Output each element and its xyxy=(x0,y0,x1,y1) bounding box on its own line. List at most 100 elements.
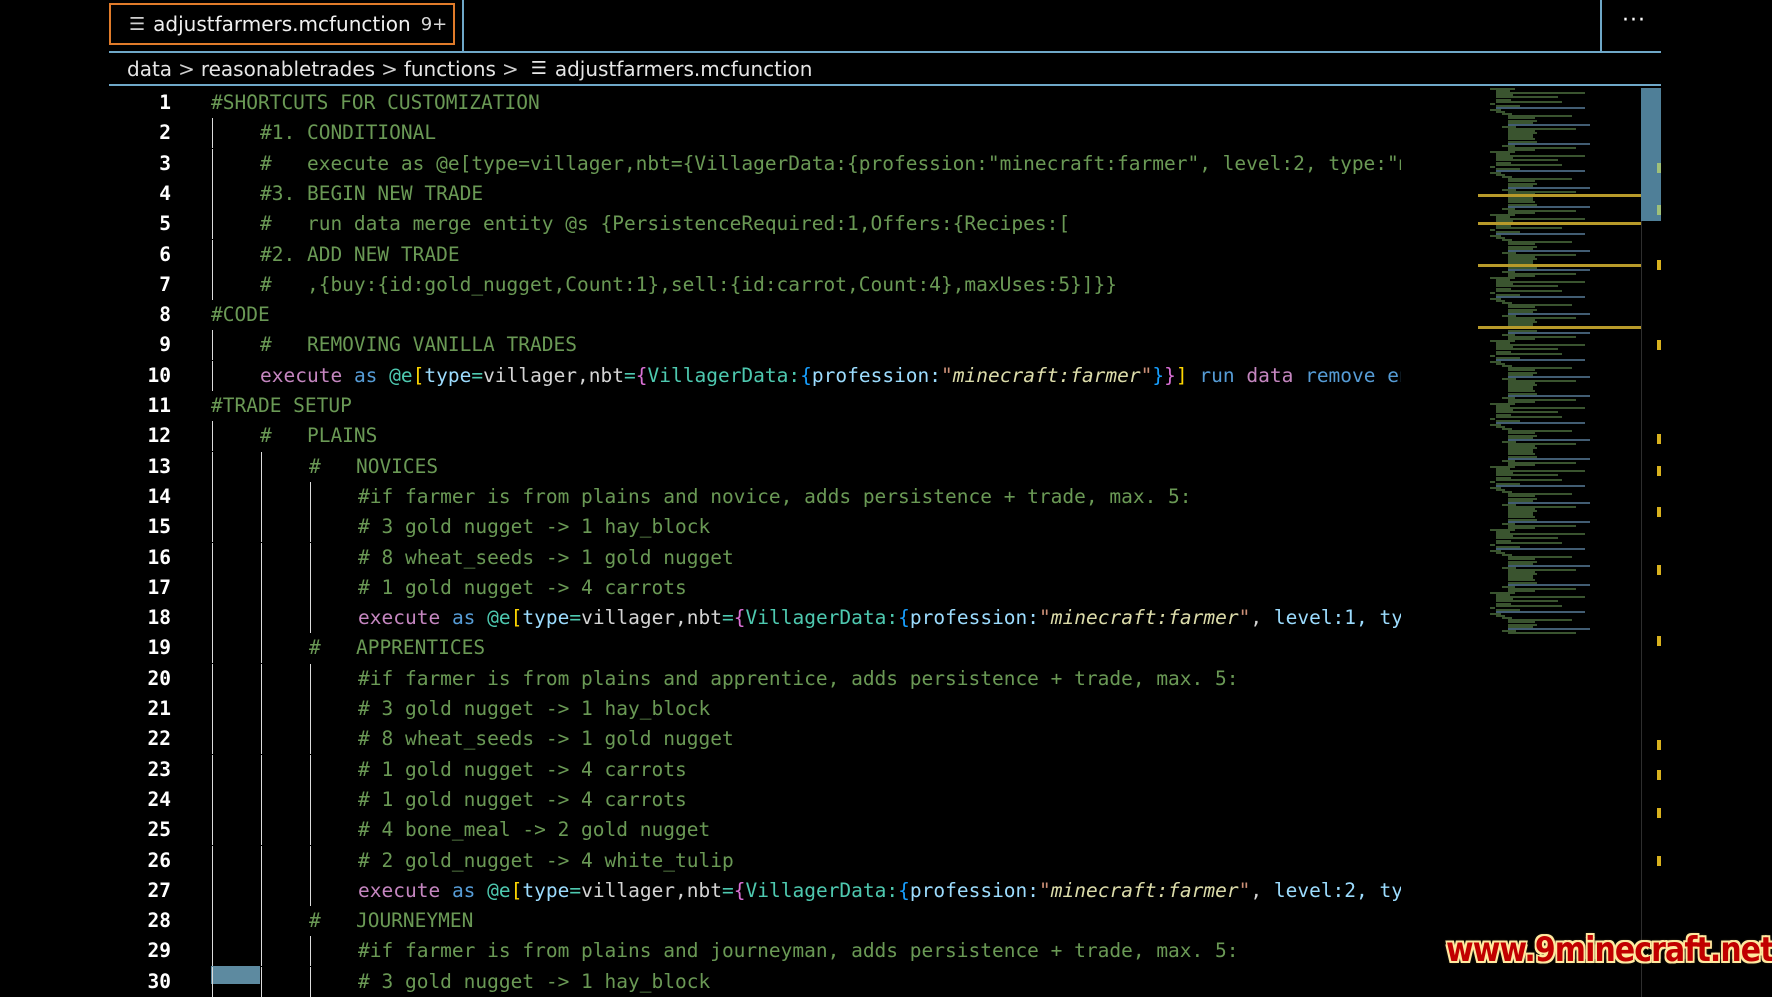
code-line[interactable]: 12 # PLAINS xyxy=(109,421,1474,452)
code-line[interactable]: 27 execute as @e[type=villager,nbt={Villa… xyxy=(109,875,1474,906)
code-token: , xyxy=(1250,606,1274,630)
line-content: # 1 gold nugget -> 4 carrots xyxy=(358,573,1401,603)
vertical-scrollbar[interactable] xyxy=(1641,88,1661,997)
code-line[interactable]: 1 #SHORTCUTS FOR CUSTOMIZATION xyxy=(109,88,1474,118)
code-line[interactable]: 3 # execute as @e[type=villager,nbt={Vill… xyxy=(109,148,1474,179)
line-number: 20 xyxy=(147,666,171,690)
code-token: type xyxy=(522,606,570,630)
more-actions-button[interactable]: ··· xyxy=(1622,8,1646,33)
minimap-highlight xyxy=(1478,194,1642,197)
code-token: , xyxy=(1250,878,1274,902)
code-line[interactable]: 30 # 3 gold nugget -> 1 hay_block xyxy=(109,966,1474,997)
code-token: execute xyxy=(260,363,343,387)
indent-guide xyxy=(310,603,311,634)
scrollbar-thumb[interactable] xyxy=(1641,88,1661,221)
minimap-line xyxy=(1508,186,1590,189)
line-number: 19 xyxy=(147,636,171,660)
line-number: 3 xyxy=(159,151,171,175)
code-line[interactable]: 19 # APPRENTICES xyxy=(109,633,1474,664)
code-line[interactable]: 11 #TRADE SETUP xyxy=(109,391,1474,421)
breadcrumb-item-data[interactable]: data xyxy=(127,57,172,81)
code-token: [ xyxy=(510,878,523,902)
line-number: 13 xyxy=(147,454,171,478)
scroll-marker xyxy=(1657,856,1661,866)
code-token: } xyxy=(1164,363,1176,387)
minimap-line xyxy=(1490,417,1495,420)
code-line[interactable]: 20 #if farmer is from plains and apprenti… xyxy=(109,663,1474,694)
code-line[interactable]: 16 # 8 wheat_seeds -> 1 gold nugget xyxy=(109,542,1474,573)
minimap-line xyxy=(1508,631,1576,634)
code-line[interactable]: 23 # 1 gold nugget -> 4 carrots xyxy=(109,754,1474,785)
breadcrumb-item-functions[interactable]: functions xyxy=(404,57,496,81)
indent-guide xyxy=(310,966,311,997)
code-line[interactable]: 25 # 4 bone_meal -> 2 gold nugget xyxy=(109,815,1474,846)
code-token: #if farmer is from plains and apprentice… xyxy=(358,666,1239,690)
code-token: as xyxy=(451,878,476,902)
minimap-line xyxy=(1496,352,1562,355)
code-line[interactable]: 14 #if farmer is from plains and novice, … xyxy=(109,481,1474,512)
code-token: execute xyxy=(358,606,441,630)
code-line[interactable]: 24 # 1 gold nugget -> 4 carrots xyxy=(109,784,1474,815)
code-line[interactable]: 29 #if farmer is from plains and journeym… xyxy=(109,936,1474,967)
code-token: type xyxy=(424,363,472,387)
tab-filename: adjustfarmers.mcfunction xyxy=(153,12,411,36)
breadcrumb-item-reasonabletrades[interactable]: reasonabletrades xyxy=(201,57,375,81)
code-line[interactable]: 17 # 1 gold nugget -> 4 carrots xyxy=(109,572,1474,603)
code-line[interactable]: 7 # ,{buy:{id:gold_nugget,Count:1},sell:{… xyxy=(109,269,1474,300)
code-line[interactable]: 28 # JOURNEYMEN xyxy=(109,906,1474,937)
code-token: @e xyxy=(487,606,511,630)
code-line[interactable]: 5 # run data merge entity @s {Persistence… xyxy=(109,209,1474,240)
code-token: # NOVICES xyxy=(309,454,439,478)
code-line[interactable]: 18 execute as @e[type=villager,nbt={Villa… xyxy=(109,603,1474,634)
code-line[interactable]: 13 # NOVICES xyxy=(109,451,1474,482)
code-token: @e xyxy=(487,878,511,902)
breadcrumb-item-file[interactable]: adjustfarmers.mcfunction xyxy=(555,57,813,81)
line-number: 9 xyxy=(159,333,171,357)
indent-guide xyxy=(261,724,262,755)
line-content: # ,{buy:{id:gold_nugget,Count:1},sell:{i… xyxy=(260,270,1401,300)
line-content: # 1 gold nugget -> 4 carrots xyxy=(358,755,1401,785)
tab-actions-divider xyxy=(1600,0,1602,51)
minimap-line xyxy=(1508,375,1590,378)
line-content: #if farmer is from plains and apprentice… xyxy=(358,664,1401,694)
minimap-line xyxy=(1508,394,1590,397)
indent-guide xyxy=(212,178,213,209)
code-line[interactable]: 22 # 8 wheat_seeds -> 1 gold nugget xyxy=(109,724,1474,755)
line-number: 16 xyxy=(147,545,171,569)
line-content: # APPRENTICES xyxy=(309,633,1401,663)
indent-guide xyxy=(261,875,262,906)
line-number: 21 xyxy=(147,697,171,720)
code-line[interactable]: 6 #2. ADD NEW TRADE xyxy=(109,239,1474,270)
code-line[interactable]: 10 execute as @e[type=villager,nbt={Villa… xyxy=(109,360,1474,391)
code-line[interactable]: 8 #CODE xyxy=(109,300,1474,330)
indent-guide xyxy=(212,784,213,815)
code-token: execute xyxy=(358,878,441,902)
minimap[interactable] xyxy=(1478,88,1642,648)
line-content: # 8 wheat_seeds -> 1 gold nugget xyxy=(358,724,1401,754)
indent-guide xyxy=(212,754,213,785)
editor-tab-active[interactable]: ☰ adjustfarmers.mcfunction 9+ xyxy=(109,3,455,45)
code-line[interactable]: 15 # 3 gold nugget -> 1 hay_block xyxy=(109,512,1474,543)
line-number: 22 xyxy=(147,727,171,751)
indent-guide xyxy=(310,784,311,815)
line-content: # 4 bone_meal -> 2 gold nugget xyxy=(358,815,1401,845)
code-line[interactable]: 9 # REMOVING VANILLA TRADES xyxy=(109,330,1474,361)
code-token: { xyxy=(635,363,648,387)
line-content: # 3 gold nugget -> 1 hay_block xyxy=(358,512,1401,542)
code-token: " xyxy=(1238,878,1251,902)
indent-guide xyxy=(261,572,262,603)
indent-guide xyxy=(310,694,311,724)
code-line[interactable]: 4 #3. BEGIN NEW TRADE xyxy=(109,178,1474,209)
indent-guide xyxy=(212,512,213,543)
minimap-line xyxy=(1490,291,1495,294)
code-token: #CODE xyxy=(211,303,270,327)
code-editor[interactable]: 1 #SHORTCUTS FOR CUSTOMIZATION 2 #1. CONDIT… xyxy=(109,88,1474,997)
code-line[interactable]: 21 # 3 gold nugget -> 1 hay_block xyxy=(109,694,1474,724)
code-line[interactable]: 26 # 2 gold_nugget -> 4 white_tulip xyxy=(109,845,1474,876)
minimap-line xyxy=(1496,232,1586,235)
code-line[interactable]: 2 #1. CONDITIONAL xyxy=(109,118,1474,149)
minimap-line xyxy=(1496,478,1562,481)
